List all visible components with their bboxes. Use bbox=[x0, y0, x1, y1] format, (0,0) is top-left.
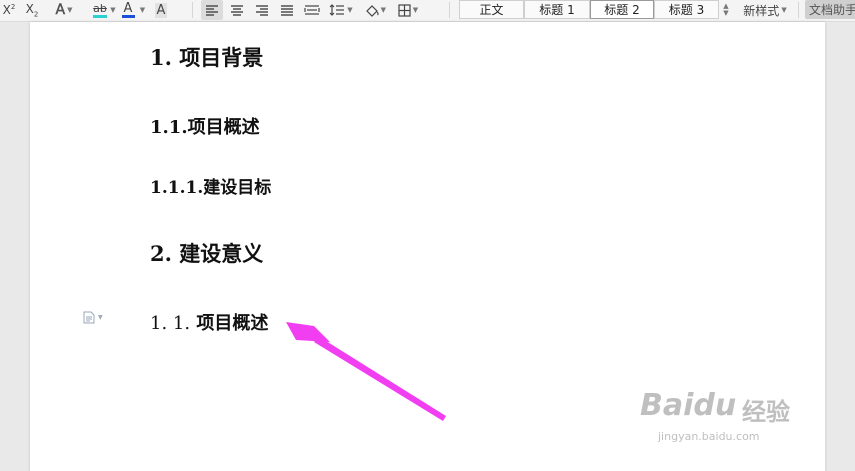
line-spacing-icon bbox=[329, 4, 345, 16]
align-right-icon bbox=[256, 5, 268, 16]
font-color-icon: A bbox=[123, 1, 133, 16]
align-center-button[interactable] bbox=[226, 0, 248, 20]
watermark-url: jingyan.baidu.com bbox=[658, 430, 760, 443]
new-style-label: 新样式 bbox=[743, 3, 780, 18]
watermark-suffix: 经验 bbox=[742, 398, 790, 426]
text-effect-icon: A bbox=[55, 2, 66, 19]
borders-button[interactable]: ▼ bbox=[397, 0, 419, 20]
heading-number: 1. 1. bbox=[150, 313, 191, 334]
style-label: 标题 1 bbox=[539, 3, 575, 17]
line-spacing-button[interactable]: ▼ bbox=[327, 0, 355, 20]
chevron-down-icon[interactable]: ▼ bbox=[110, 0, 116, 20]
doc-helper-button[interactable]: 文档助手 bbox=[805, 0, 855, 19]
char-shading-button[interactable]: A bbox=[151, 0, 171, 20]
style-heading-2[interactable]: 标题 2 bbox=[590, 0, 654, 19]
chevron-down-icon: ▼ bbox=[380, 6, 386, 14]
char-shading-icon: A bbox=[154, 2, 168, 18]
toolbar-divider bbox=[192, 2, 193, 18]
chevron-down-icon: ▼ bbox=[723, 9, 729, 17]
style-label: 标题 3 bbox=[668, 3, 705, 17]
style-heading-3[interactable]: 标题 3 bbox=[654, 0, 719, 19]
heading-2[interactable]: 2. 建设意义 bbox=[150, 238, 263, 268]
highlight-icon: ab bbox=[93, 1, 107, 15]
baidu-watermark: Baidu 经验 jingyan.baidu.com bbox=[630, 380, 810, 460]
style-heading-1[interactable]: 标题 1 bbox=[524, 0, 590, 19]
align-right-button[interactable] bbox=[251, 0, 273, 20]
font-color-bar bbox=[121, 15, 135, 18]
new-style-button[interactable]: 新样式 ▼ bbox=[740, 0, 790, 20]
shading-button[interactable]: ▼ bbox=[364, 0, 386, 20]
toolbar-divider bbox=[798, 2, 799, 18]
distributed-align-button[interactable] bbox=[301, 0, 323, 20]
align-center-icon bbox=[231, 5, 243, 16]
style-label: 正文 bbox=[479, 3, 504, 17]
ribbon-toolbar: X2 X2 A ▼ ab ▼ A ▼ A ▼ ▼ ▼ 正文 标题 1 标题 2 … bbox=[0, 0, 855, 22]
superscript-icon: X2 bbox=[2, 3, 16, 17]
justify-button[interactable] bbox=[276, 0, 298, 20]
font-color-button[interactable]: A bbox=[118, 0, 138, 20]
style-gallery-more-button[interactable]: ▲ ▼ bbox=[719, 0, 733, 20]
paragraph-layout-icon bbox=[83, 311, 95, 324]
watermark-brand: Baidu bbox=[640, 388, 737, 423]
borders-icon bbox=[398, 3, 411, 17]
justify-icon bbox=[281, 5, 293, 16]
toolbar-divider bbox=[449, 2, 450, 18]
paragraph-layout-handle[interactable]: ▼ bbox=[83, 311, 103, 324]
heading-1-1[interactable]: 1.1.项目概述 bbox=[150, 113, 260, 139]
chevron-down-icon: ▼ bbox=[347, 6, 353, 14]
chevron-down-icon: ▼ bbox=[412, 6, 419, 14]
doc-helper-label: 文档助手 bbox=[809, 3, 855, 17]
highlight-color-bar bbox=[93, 14, 107, 18]
style-label: 标题 2 bbox=[604, 3, 640, 17]
heading-1-1-1[interactable]: 1.1.1.建设目标 bbox=[150, 173, 271, 198]
chevron-down-icon: ▼ bbox=[781, 6, 787, 14]
superscript-button[interactable]: X2 bbox=[0, 0, 18, 20]
heading-1[interactable]: 1. 项目背景 bbox=[150, 42, 263, 72]
chevron-down-icon: ▼ bbox=[67, 6, 73, 14]
text-effect-button[interactable]: A ▼ bbox=[50, 0, 78, 20]
paint-bucket-icon bbox=[366, 4, 379, 17]
distributed-align-icon bbox=[304, 5, 320, 15]
heading-1-1-new[interactable]: 1. 1. 项目概述 bbox=[150, 309, 268, 335]
chevron-down-icon[interactable]: ▼ bbox=[139, 0, 146, 20]
align-left-icon bbox=[206, 5, 218, 16]
chevron-down-icon: ▼ bbox=[98, 314, 103, 321]
style-normal[interactable]: 正文 bbox=[459, 0, 524, 19]
subscript-icon: X2 bbox=[25, 1, 39, 19]
subscript-button[interactable]: X2 bbox=[22, 0, 42, 20]
heading-text: 项目概述 bbox=[196, 313, 269, 334]
align-left-button[interactable] bbox=[201, 0, 223, 20]
